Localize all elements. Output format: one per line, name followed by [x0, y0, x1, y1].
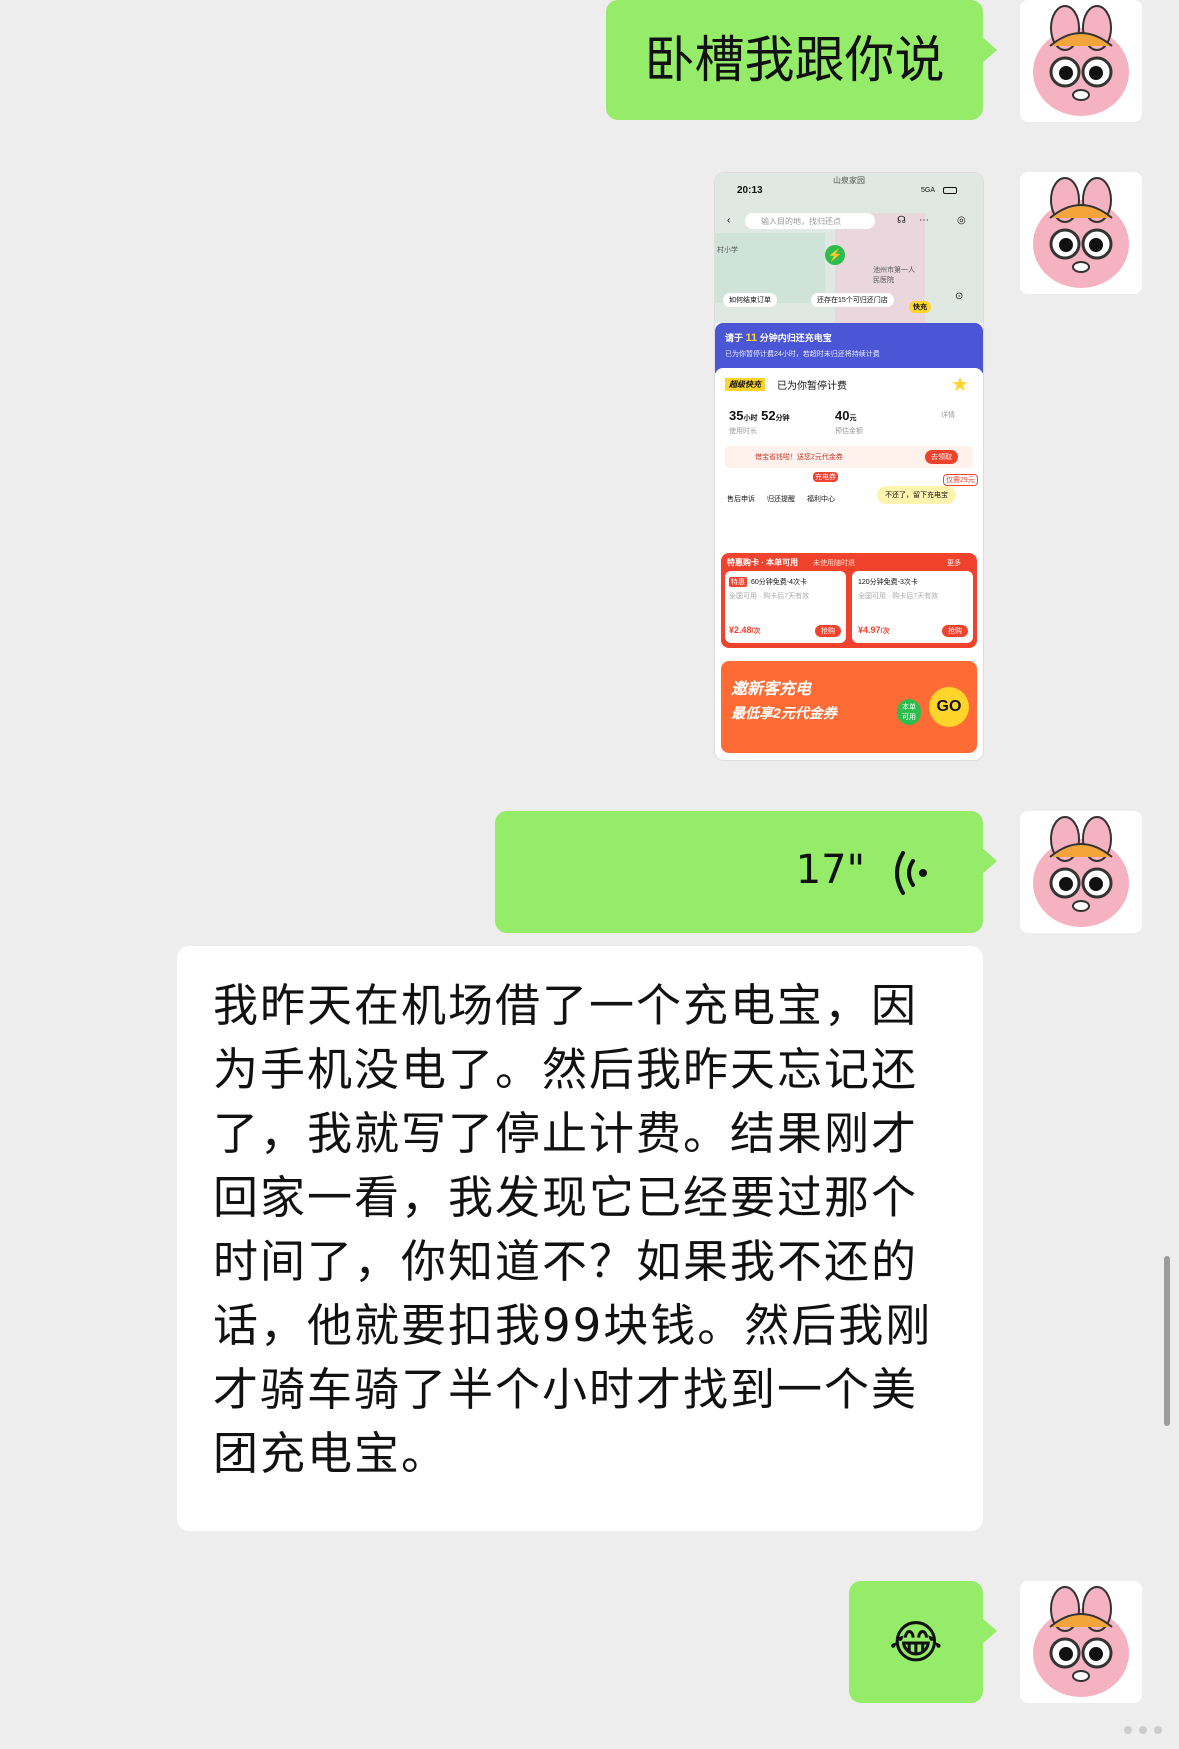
coupon-claim-button[interactable]: 去领取	[925, 450, 958, 464]
invite-banner[interactable]: 邀新客充电 最低享2元代金券 本单可用 GO	[721, 661, 977, 753]
avatar-image	[1033, 816, 1129, 927]
keep-badge: 仅需29元	[943, 474, 978, 486]
card2-sub: 全国可用 · 购卡后7天有效	[858, 593, 939, 600]
bolt-marker-icon[interactable]: ⚡	[825, 245, 845, 265]
amount-label: 预估金额	[835, 428, 863, 435]
return-title-post: 分钟内归还充电宝	[759, 333, 832, 343]
action-reminder[interactable]: 归还提醒	[767, 494, 795, 504]
search-input[interactable]: 输入目的地，找归还点	[745, 213, 875, 229]
status-time: 20:13	[737, 185, 763, 196]
emoji-laugh-icon: 😂	[889, 1615, 943, 1669]
locate-icon[interactable]: ⊙	[955, 291, 963, 302]
unit-minutes: 分钟	[775, 415, 790, 422]
voice-duration: 17"	[795, 847, 865, 893]
more-icon[interactable]: ⋯	[919, 215, 929, 226]
duration-hours: 35	[729, 408, 744, 423]
message-text: 卧槽我跟你说	[644, 31, 945, 89]
avatar-image	[1033, 177, 1129, 288]
unit-yuan: 元	[849, 415, 857, 422]
card1-unit: /次	[751, 628, 761, 635]
action-badge: 充电券	[813, 472, 838, 482]
card1-title: 60分钟免费-4次卡	[751, 579, 808, 586]
banner-go-button[interactable]: GO	[929, 687, 969, 727]
avatar[interactable]	[1020, 811, 1142, 933]
headset-icon[interactable]: ☊	[897, 215, 906, 226]
avatar-image	[1033, 1586, 1129, 1697]
battery-icon	[943, 187, 957, 194]
card-header-sub: 未使用随时退	[813, 560, 855, 567]
nearby-stores-link[interactable]: 还存在15个可归还门店	[811, 293, 894, 307]
amount-value: 40	[835, 408, 850, 423]
card1-tag: 特惠	[729, 577, 747, 587]
scrollbar[interactable]	[1164, 1256, 1170, 1426]
card2-price: ¥4.97	[858, 625, 881, 635]
paused-text: 已为你暂停计费	[777, 381, 847, 392]
avatar[interactable]	[1020, 1581, 1142, 1703]
avatar-image	[1033, 5, 1129, 116]
map-label: 池州市第一人民医院	[873, 267, 915, 284]
voice-wave-icon	[895, 851, 927, 895]
card2-unit: /次	[880, 628, 890, 635]
transcription-text: 我昨天在机场借了一个充电宝，因为手机没电了。然后我昨天忘记还了，我就写了停止计费…	[213, 979, 933, 1480]
return-minutes: 11	[745, 332, 758, 344]
duration-label: 使用时长	[729, 428, 757, 435]
how-end-order-link[interactable]: 如何结束订单	[723, 293, 777, 307]
return-title-pre: 请于	[725, 333, 744, 343]
coupon-tip: 借宝省钱啦！送您2元代金券	[755, 454, 843, 461]
brand-badge: 快充	[909, 301, 931, 313]
status-signal: 5GA	[921, 187, 936, 194]
voice-transcription[interactable]: 我昨天在机场借了一个充电宝，因为手机没电了。然后我昨天忘记还了，我就写了停止计费…	[177, 946, 983, 1531]
avatar[interactable]	[1020, 0, 1142, 122]
back-icon[interactable]: ‹	[727, 215, 730, 226]
return-subtitle: 已为你暂停计费24小时，若超时未归还将持续计费	[725, 351, 880, 358]
screenshot-image[interactable]: 山泉家园 20:13 5GA ‹ 输入目的地，找归还点 ☊ ⋯ ◎ 村小学 池州…	[714, 172, 984, 761]
emoji-message-bubble[interactable]: 😂	[849, 1581, 997, 1703]
avatar[interactable]	[1020, 172, 1142, 294]
super-badge: 超级快充	[725, 378, 765, 391]
banner-line2: 最低享2元代金券	[731, 705, 837, 721]
card1-buy-button[interactable]: 抢购	[815, 625, 841, 637]
mascot-icon: ★	[951, 374, 969, 396]
card1-sub: 全国可用 · 购卡后7天有效	[729, 593, 810, 600]
target-icon[interactable]: ◎	[957, 215, 966, 226]
keep-power-bank-button[interactable]: 不还了，留下充电宝	[877, 486, 956, 504]
card-header: 特惠购卡 · 本单可用	[727, 558, 799, 567]
card1-price: ¥2.48	[729, 625, 752, 635]
banner-badge: 本单可用	[897, 699, 921, 725]
map-label: 村小学	[717, 247, 738, 254]
message-bubble[interactable]: 卧槽我跟你说	[606, 0, 997, 120]
action-after-sale[interactable]: 售后申诉	[727, 494, 755, 504]
detail-link[interactable]: 详情	[941, 410, 955, 420]
card-more-link[interactable]: 更多	[947, 558, 961, 568]
card2-title: 120分钟免费-3次卡	[858, 579, 918, 586]
card-option-2[interactable]: 120分钟免费-3次卡 全国可用 · 购卡后7天有效 ¥4.97/次 抢购	[852, 571, 973, 643]
unit-hours: 小时	[743, 415, 758, 422]
voice-message-bubble[interactable]: 17"	[495, 811, 997, 933]
action-welfare[interactable]: 福利中心	[807, 494, 835, 504]
banner-line1: 邀新客充电	[731, 681, 812, 698]
card2-buy-button[interactable]: 抢购	[942, 625, 968, 637]
duration-minutes: 52	[761, 408, 776, 423]
watermark-icon	[1124, 1726, 1162, 1734]
card-option-1[interactable]: 特惠 60分钟免费-4次卡 全国可用 · 购卡后7天有效 ¥2.48/次 抢购	[725, 571, 846, 643]
